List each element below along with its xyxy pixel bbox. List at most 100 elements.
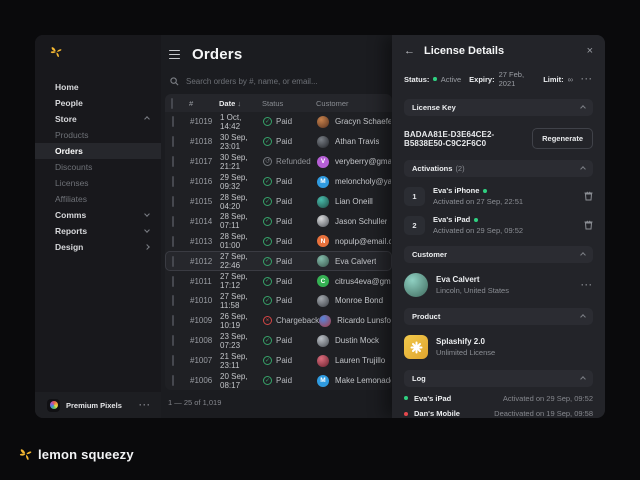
customer-name: citrus4eva@gmail.com: [335, 277, 391, 286]
trash-icon[interactable]: [584, 220, 593, 230]
collapse-icon[interactable]: [580, 105, 586, 111]
sidebar-item-label: Discounts: [55, 162, 149, 172]
collapse-icon[interactable]: [580, 166, 586, 172]
table-row[interactable]: #100620 Sep, 08:17✓PaidMMake Lemonade: [165, 371, 392, 391]
order-status: ✓Paid: [263, 117, 317, 126]
regenerate-button[interactable]: Regenerate: [532, 128, 593, 149]
order-number: #1014: [190, 217, 220, 226]
row-checkbox[interactable]: [172, 136, 174, 147]
table-row[interactable]: #101830 Sep, 23:01✓PaidAthan Travis: [165, 132, 392, 152]
sidebar-item-design[interactable]: Design: [35, 239, 161, 255]
sidebar-item-home[interactable]: Home: [35, 79, 161, 95]
sidebar-item-licenses[interactable]: Licenses: [35, 175, 161, 191]
row-checkbox[interactable]: [172, 256, 174, 267]
customer-name: Monroe Bond: [335, 296, 383, 305]
order-number: #1013: [190, 237, 220, 246]
sidebar-item-store[interactable]: Store: [35, 111, 161, 127]
row-checkbox[interactable]: [172, 176, 174, 187]
sidebar-item-products[interactable]: Products: [35, 127, 161, 143]
collapse-icon[interactable]: [580, 376, 586, 382]
row-checkbox[interactable]: [172, 116, 174, 127]
customer-name: Dustin Mock: [335, 336, 379, 345]
order-status: ×Chargeback: [263, 316, 319, 325]
table-row[interactable]: #10191 Oct, 14:42✓PaidGracyn Schaefer: [165, 112, 392, 132]
avatar: [317, 255, 329, 267]
workspace-menu-icon[interactable]: ···: [139, 403, 151, 407]
workspace-switcher[interactable]: Premium Pixels ···: [35, 392, 161, 418]
paid-status-icon: ✓: [263, 336, 272, 345]
paid-status-icon: ✓: [263, 277, 272, 286]
row-checkbox[interactable]: [172, 375, 174, 386]
column-customer[interactable]: Customer: [316, 99, 392, 108]
table-row[interactable]: #101127 Sep, 17:12✓PaidCcitrus4eva@gmail…: [165, 271, 392, 291]
row-checkbox[interactable]: [172, 355, 174, 366]
order-number: #1006: [190, 376, 220, 385]
product-icon: [404, 335, 428, 359]
sidebar-item-people[interactable]: People: [35, 95, 161, 111]
activation-detail: Activated on 27 Sep, 22:51: [433, 197, 576, 206]
expiry-value: 27 Feb, 2021: [499, 70, 536, 88]
paid-status-icon: ✓: [263, 177, 272, 186]
menu-toggle-icon[interactable]: [169, 50, 180, 60]
status-text: Paid: [276, 356, 292, 365]
row-checkbox[interactable]: [172, 295, 174, 306]
order-customer: Lauren Trujillo: [317, 355, 391, 367]
order-number: #1015: [190, 197, 220, 206]
column-number[interactable]: #: [189, 99, 219, 108]
customer-name: Make Lemonade: [335, 376, 391, 385]
section-log[interactable]: Log: [404, 370, 593, 387]
row-checkbox[interactable]: [172, 315, 174, 326]
order-customer: Ccitrus4eva@gmail.com: [317, 275, 391, 287]
customer-avatar: [404, 273, 428, 297]
table-row[interactable]: #100926 Sep, 10:19×ChargebackRicardo Lun…: [165, 311, 392, 331]
log-device-name: Dan's Mobile: [414, 409, 494, 418]
table-row[interactable]: #101027 Sep, 11:58✓PaidMonroe Bond: [165, 291, 392, 311]
sidebar-item-discounts[interactable]: Discounts: [35, 159, 161, 175]
collapse-icon[interactable]: [580, 314, 586, 320]
order-date: 21 Sep, 23:11: [220, 352, 263, 370]
green-dot: [404, 396, 408, 400]
table-row[interactable]: #101428 Sep, 07:11✓PaidJason Schuller: [165, 211, 392, 231]
order-date: 26 Sep, 10:19: [220, 312, 263, 330]
table-row[interactable]: #101528 Sep, 04:20✓PaidLian Oneill: [165, 192, 392, 212]
customer-name: Athan Travis: [335, 137, 379, 146]
row-checkbox[interactable]: [172, 335, 174, 346]
row-checkbox[interactable]: [172, 276, 174, 287]
license-menu-icon[interactable]: ···: [581, 77, 593, 81]
row-checkbox[interactable]: [172, 236, 174, 247]
column-status[interactable]: Status: [262, 99, 316, 108]
table-row[interactable]: #101730 Sep, 21:21↺RefundedVveryberry@gm…: [165, 152, 392, 172]
customer-menu-icon[interactable]: ···: [581, 283, 593, 287]
trash-icon[interactable]: [584, 191, 593, 201]
table-row[interactable]: #101629 Sep, 09:32✓PaidMmeloncholy@yahoo…: [165, 172, 392, 192]
row-checkbox[interactable]: [172, 216, 174, 227]
table-row[interactable]: #101227 Sep, 22:46✓PaidEva Calvert: [165, 251, 392, 271]
column-date[interactable]: Date ↓: [219, 99, 262, 108]
section-customer[interactable]: Customer: [404, 246, 593, 263]
order-customer: Eva Calvert: [317, 255, 391, 267]
section-product[interactable]: Product: [404, 308, 593, 325]
select-all-checkbox[interactable]: [171, 98, 173, 109]
table-body: #10191 Oct, 14:42✓PaidGracyn Schaefer#10…: [165, 112, 392, 390]
order-number: #1018: [190, 137, 220, 146]
order-customer: Monroe Bond: [317, 295, 391, 307]
table-row[interactable]: #101328 Sep, 01:00✓PaidNnopulp@email.com: [165, 231, 392, 251]
close-icon[interactable]: ×: [587, 45, 593, 57]
avatar: N: [317, 235, 329, 247]
section-license-key[interactable]: License Key: [404, 99, 593, 116]
sidebar-item-comms[interactable]: Comms: [35, 207, 161, 223]
collapse-icon[interactable]: [580, 252, 586, 258]
sidebar-item-label: Home: [55, 82, 149, 92]
paid-status-icon: ✓: [263, 117, 272, 126]
sidebar-item-reports[interactable]: Reports: [35, 223, 161, 239]
row-checkbox[interactable]: [172, 196, 174, 207]
sidebar-item-affiliates[interactable]: Affiliates: [35, 191, 161, 207]
page-title: Orders: [192, 46, 242, 63]
section-activations[interactable]: Activations (2): [404, 160, 593, 177]
search-input[interactable]: [186, 77, 386, 86]
sidebar-item-orders[interactable]: Orders: [35, 143, 161, 159]
row-checkbox[interactable]: [172, 156, 174, 167]
table-row[interactable]: #100721 Sep, 23:11✓PaidLauren Trujillo: [165, 351, 392, 371]
back-icon[interactable]: ←: [404, 45, 415, 57]
table-row[interactable]: #100823 Sep, 07:23✓PaidDustin Mock: [165, 331, 392, 351]
